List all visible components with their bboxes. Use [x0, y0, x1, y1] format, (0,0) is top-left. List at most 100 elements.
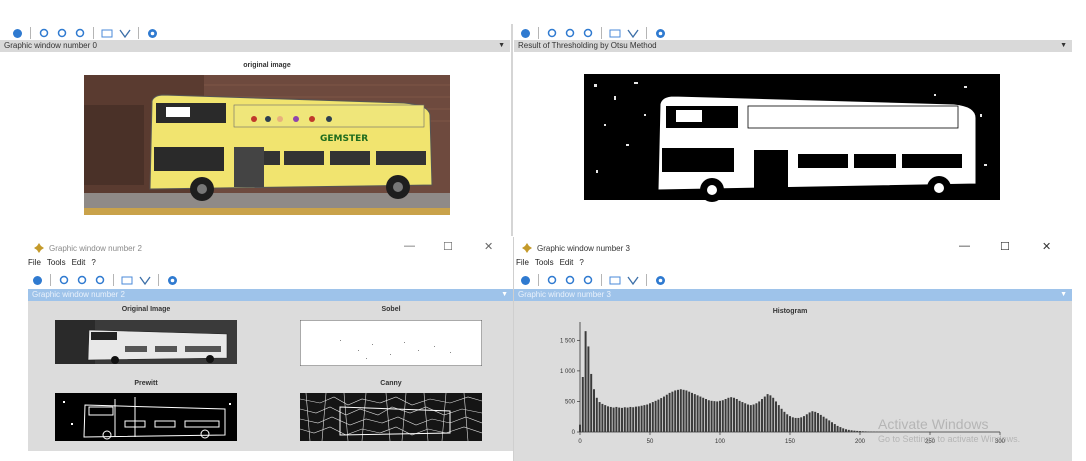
minimize-button[interactable]: —	[404, 240, 415, 252]
zoom-out-icon[interactable]	[563, 274, 577, 286]
histogram-bar	[618, 407, 621, 432]
help-icon[interactable]	[653, 274, 667, 286]
histogram-bar	[595, 397, 598, 432]
help-icon[interactable]	[653, 27, 667, 39]
histogram-bar	[800, 417, 803, 432]
histogram-bar	[688, 391, 691, 432]
vertical-divider	[511, 24, 513, 236]
zoom-fit-icon[interactable]	[93, 274, 107, 286]
histogram-bar	[598, 402, 601, 432]
histogram-bar	[691, 392, 693, 432]
original-image-gray-title: Original Image	[121, 306, 171, 313]
menu-tools[interactable]: Tools	[47, 258, 66, 267]
rotate-icon[interactable]	[30, 274, 44, 286]
histogram-bar	[847, 429, 850, 432]
rotate-icon[interactable]	[518, 274, 532, 286]
rectangle-icon[interactable]	[100, 27, 114, 39]
zoom-out-icon[interactable]	[75, 274, 89, 286]
menu-help[interactable]: ?	[579, 258, 583, 267]
rectangle-icon[interactable]	[608, 27, 622, 39]
close-button[interactable]: ✕	[1042, 240, 1051, 253]
histogram-bar	[679, 389, 682, 432]
histogram-bar	[758, 401, 761, 432]
sobel-image	[300, 320, 482, 366]
histogram-bar	[814, 411, 817, 432]
histogram-bar	[744, 403, 747, 432]
histogram-bar	[727, 397, 730, 432]
histogram-bar	[699, 396, 702, 432]
menu-edit[interactable]: Edit	[560, 258, 574, 267]
histogram-bar	[604, 405, 607, 432]
datatip-icon[interactable]	[626, 27, 640, 39]
zoom-fit-icon[interactable]	[581, 274, 595, 286]
toolbar-separator	[646, 27, 647, 39]
menu-help[interactable]: ?	[91, 258, 95, 267]
histogram-bar	[794, 417, 797, 432]
scilab-icon	[34, 243, 44, 253]
help-icon[interactable]	[145, 27, 159, 39]
x-tick-label: 150	[785, 439, 796, 445]
zoom-in-icon[interactable]	[57, 274, 71, 286]
menu-file[interactable]: File	[516, 258, 529, 267]
zoom-fit-icon[interactable]	[73, 27, 87, 39]
menu-file[interactable]: File	[28, 258, 41, 267]
histogram-bar	[607, 406, 609, 432]
maximize-button[interactable]: ☐	[443, 240, 453, 253]
histogram-bar	[705, 399, 707, 432]
window-2-header: Graphic window number 2 ▼	[28, 289, 513, 301]
window-3-header: Graphic window number 3 ▼	[514, 289, 1072, 301]
minimize-button[interactable]: —	[959, 240, 970, 252]
top-left-toolbar	[10, 27, 159, 39]
datatip-icon[interactable]	[626, 274, 640, 286]
histogram-bar	[637, 406, 640, 432]
x-tick-label: 200	[855, 439, 866, 445]
original-image-title: original image	[243, 62, 291, 69]
zoom-in-icon[interactable]	[37, 27, 51, 39]
rectangle-icon[interactable]	[120, 274, 134, 286]
menu-edit[interactable]: Edit	[72, 258, 86, 267]
zoom-out-icon[interactable]	[563, 27, 577, 39]
histogram-bar	[623, 407, 626, 432]
zoom-in-icon[interactable]	[545, 27, 559, 39]
histogram-bar	[584, 331, 587, 432]
rotate-icon[interactable]	[10, 27, 24, 39]
histogram-bar	[654, 400, 657, 432]
maximize-button[interactable]: ☐	[1000, 240, 1010, 253]
menu-tools[interactable]: Tools	[535, 258, 554, 267]
window-3-header-text: Graphic window number 3	[518, 290, 611, 299]
histogram-bar	[828, 420, 831, 432]
dropdown-arrow-icon[interactable]: ▼	[1060, 289, 1067, 301]
histogram-bar	[609, 406, 612, 432]
histogram-bar	[805, 414, 808, 432]
zoom-fit-icon[interactable]	[581, 27, 595, 39]
histogram-bar	[660, 398, 663, 432]
help-icon[interactable]	[165, 274, 179, 286]
rectangle-icon[interactable]	[608, 274, 622, 286]
histogram-bar	[710, 400, 713, 432]
y-tick-label: 0	[572, 430, 576, 436]
dropdown-arrow-icon[interactable]: ▼	[1060, 40, 1067, 52]
zoom-out-icon[interactable]	[55, 27, 69, 39]
toolbar-separator	[538, 274, 539, 286]
toolbar-separator	[138, 27, 139, 39]
datatip-icon[interactable]	[138, 274, 152, 286]
zoom-in-icon[interactable]	[545, 274, 559, 286]
rotate-icon[interactable]	[518, 27, 532, 39]
x-tick-label: 0	[578, 439, 582, 445]
histogram-bar	[587, 346, 590, 432]
histogram-title: Histogram	[772, 308, 808, 315]
histogram-bar	[593, 389, 595, 432]
histogram-bar	[590, 373, 593, 432]
datatip-icon[interactable]	[118, 27, 132, 39]
histogram-bar	[713, 401, 716, 432]
window-3-toolbar	[518, 274, 667, 286]
close-button[interactable]: ✕	[484, 240, 493, 253]
histogram-bar	[811, 411, 814, 432]
histogram-bar	[671, 391, 674, 432]
histogram-bar	[682, 389, 685, 432]
histogram-bar	[735, 399, 738, 432]
dropdown-arrow-icon[interactable]: ▼	[498, 40, 505, 52]
dropdown-arrow-icon[interactable]: ▼	[501, 289, 508, 301]
window-2-title: Graphic window number 2	[34, 243, 142, 253]
histogram-bar	[581, 377, 584, 432]
